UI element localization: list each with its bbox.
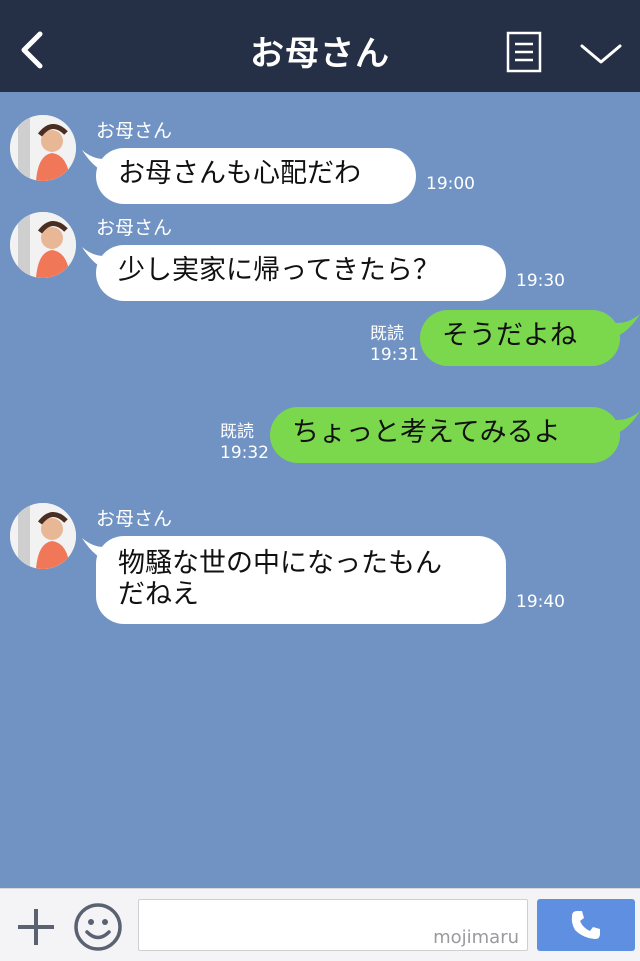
read-label: 既読 [370, 324, 404, 344]
message-bubble[interactable]: 物騒な世の中になったもん だねえ [96, 536, 506, 624]
avatar-photo [10, 212, 76, 278]
read-receipt: 既読 19:32 [220, 422, 269, 464]
message-time: 19:00 [426, 174, 475, 194]
message-bubble[interactable]: ちょっと考えてみるよ [270, 407, 620, 463]
message-time: 19:40 [516, 592, 565, 612]
sender-name: お母さん [96, 217, 173, 239]
header-bar: お母さん [0, 0, 640, 92]
phone-icon [571, 911, 600, 939]
avatar-photo [10, 115, 76, 181]
message-line: だねえ [118, 579, 199, 610]
avatar[interactable] [10, 503, 76, 569]
avatar-photo [10, 503, 76, 569]
sender-name: お母さん [96, 120, 173, 142]
message-line: 物騒な世の中になったもん [118, 548, 442, 579]
bubble-tail [610, 314, 640, 338]
message-time: 19:32 [220, 443, 269, 463]
menu-icon[interactable] [506, 31, 542, 73]
read-label: 既読 [220, 422, 254, 442]
message-bubble[interactable]: そうだよね [420, 310, 620, 366]
input-bar: mojimaru [0, 888, 640, 961]
message-bubble[interactable]: お母さんも心配だわ [96, 148, 416, 204]
message-bubble[interactable]: 少し実家に帰ってきたら？ [96, 245, 506, 301]
emoji-icon[interactable] [72, 901, 124, 953]
bubble-tail [610, 411, 640, 435]
message-input[interactable]: mojimaru [138, 899, 528, 951]
avatar[interactable] [10, 115, 76, 181]
plus-icon[interactable] [14, 905, 58, 949]
sender-name: お母さん [96, 508, 173, 530]
watermark: mojimaru [433, 927, 519, 948]
avatar[interactable] [10, 212, 76, 278]
call-button[interactable] [537, 899, 635, 951]
chevron-down-icon[interactable] [578, 38, 624, 68]
message-time: 19:30 [516, 271, 565, 291]
read-receipt: 既読 19:31 [370, 324, 419, 366]
chat-title: お母さん [250, 34, 390, 74]
message-time: 19:31 [370, 345, 419, 365]
